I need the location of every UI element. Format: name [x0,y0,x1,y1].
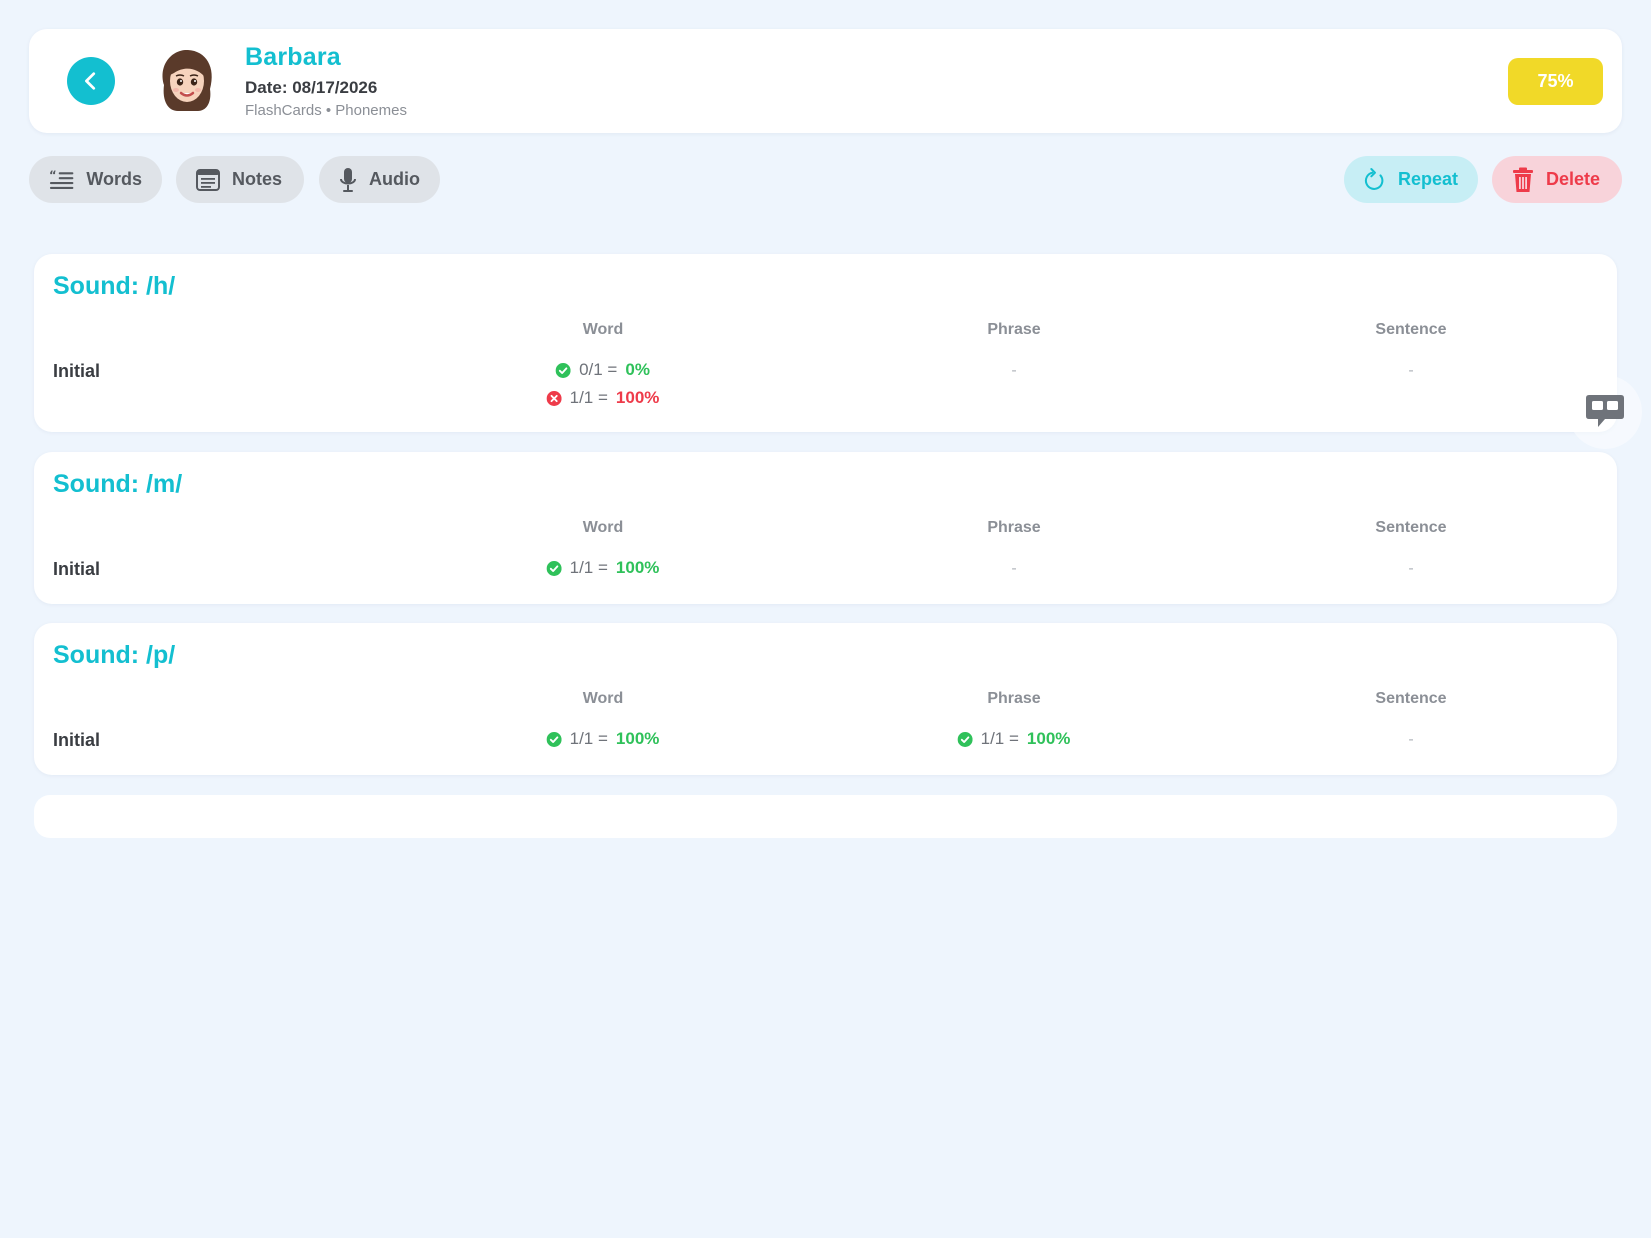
chevron-left-icon [85,72,96,90]
sound-card-h: Sound: /h/ Word Phrase Sentence Initial … [34,254,1617,432]
result-percent: 100% [615,388,660,407]
session-subtitle: FlashCards • Phonemes [245,102,407,119]
column-header-sentence: Sentence [1375,519,1447,536]
result-fraction: 1/1 = [980,729,1019,748]
result-fraction: 1/1 = [569,558,608,577]
sentence-empty: - [1408,731,1414,748]
result-percent: 100% [1026,729,1071,748]
phrase-empty: - [1011,362,1017,379]
repeat-icon [1364,167,1384,190]
column-header-word: Word [582,519,624,536]
notes-icon [196,168,220,191]
delete-button[interactable]: Delete [1492,156,1622,203]
sound-title: Sound: /m/ [53,470,183,498]
phrase-empty: - [1011,560,1017,577]
column-header-sentence: Sentence [1375,321,1447,338]
result-fraction: 1/1 = [569,729,608,748]
sound-card-m: Sound: /m/ Word Phrase Sentence Initial … [34,452,1617,604]
trash-icon [1513,167,1533,192]
result-percent: 100% [615,558,660,577]
check-circle-icon [957,731,973,747]
result-correct: 0/1 = 0% [556,360,650,380]
session-header: Barbara Date: 08/17/2026 FlashCards • Ph… [29,29,1622,133]
column-header-phrase: Phrase [987,321,1041,338]
column-header-sentence: Sentence [1375,690,1447,707]
column-header-word: Word [582,690,624,707]
result-percent: 0% [625,360,650,379]
x-circle-icon [546,390,562,406]
repeat-button-label: Repeat [1397,169,1458,189]
result-correct: 1/1 = 100% [957,729,1071,749]
result-correct: 1/1 = 100% [546,729,660,749]
sentence-empty: - [1408,560,1414,577]
result-fraction: 1/1 = [569,388,608,407]
sound-card-p: Sound: /p/ Word Phrase Sentence Initial … [34,623,1617,775]
session-date: Date: 08/17/2026 [245,78,378,97]
chat-bubble-icon [1586,395,1624,427]
avatar [152,45,222,115]
check-circle-icon [546,560,562,576]
word-results: 1/1 = 100% [546,558,660,578]
svg-text:“: “ [49,169,57,182]
audio-button-label: Audio [369,169,420,189]
row-label-initial: Initial [53,730,101,750]
audio-button[interactable]: Audio [319,156,440,203]
check-circle-icon [556,362,572,378]
sentence-empty: - [1408,362,1414,379]
check-circle-icon [546,731,562,747]
result-correct: 1/1 = 100% [546,558,660,578]
student-name: Barbara [245,43,341,71]
microphone-icon [340,167,356,192]
sound-title: Sound: /p/ [53,641,176,669]
word-results: 1/1 = 100% [546,729,660,749]
sound-title: Sound: /h/ [53,272,176,300]
score-badge: 75% [1508,58,1603,105]
phrase-results: 1/1 = 100% [957,729,1071,749]
column-header-phrase: Phrase [987,519,1041,536]
word-results: 0/1 = 0% 1/1 = 100% [546,360,660,408]
row-label-initial: Initial [53,559,101,579]
delete-button-label: Delete [1546,169,1601,189]
repeat-button[interactable]: Repeat [1344,156,1478,203]
words-button[interactable]: “ Words [29,156,162,203]
words-button-label: Words [86,169,142,189]
result-fraction: 0/1 = [579,360,618,379]
column-header-phrase: Phrase [987,690,1041,707]
back-button[interactable] [67,57,115,105]
column-header-word: Word [582,321,624,338]
row-label-initial: Initial [53,361,101,381]
result-incorrect: 1/1 = 100% [546,388,660,408]
notes-button-label: Notes [232,169,283,189]
word-list-icon: “ [49,169,74,189]
result-percent: 100% [615,729,660,748]
chat-button[interactable] [1568,375,1642,449]
notes-button[interactable]: Notes [176,156,304,203]
empty-card [34,795,1617,838]
